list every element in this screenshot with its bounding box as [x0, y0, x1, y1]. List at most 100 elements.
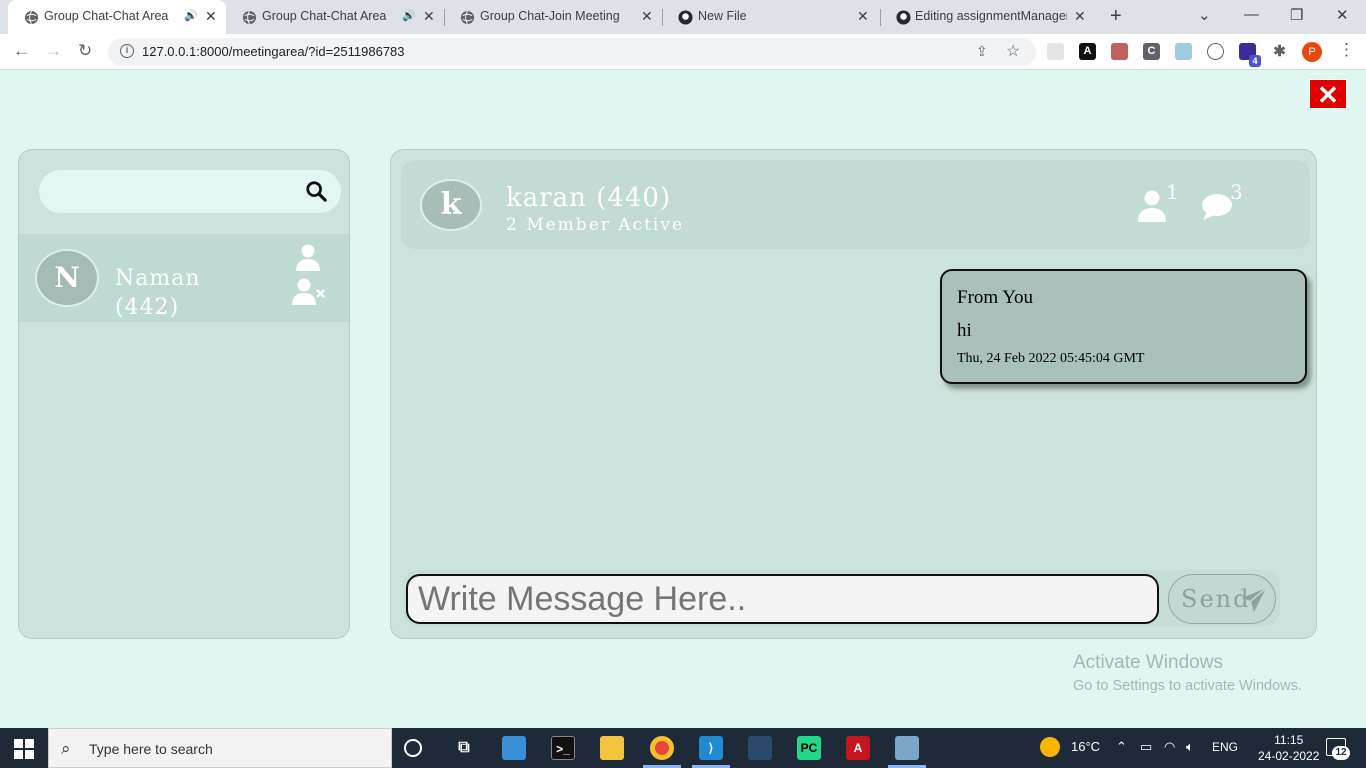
- search-icon: ⌕: [61, 739, 71, 758]
- send-button[interactable]: Send: [1168, 574, 1276, 624]
- browser-tab-strip: Group Chat-Chat Area 🔊 ✕ Group Chat-Chat…: [0, 0, 1366, 34]
- windows-start-icon[interactable]: [14, 739, 34, 759]
- taskbar-clock[interactable]: 11:15 24-02-2022: [1258, 732, 1319, 764]
- tab-search-icon[interactable]: ⌄: [1198, 6, 1211, 24]
- tab-title: Group Chat-Join Meeting: [480, 9, 620, 23]
- forward-button[interactable]: →: [45, 41, 62, 61]
- members-icon[interactable]: [1137, 190, 1167, 222]
- members-panel: N Naman (442): [18, 149, 350, 639]
- github-icon: [678, 10, 693, 25]
- globe-icon: [460, 10, 475, 25]
- notification-count: 12: [1332, 746, 1350, 760]
- mysql-workbench-icon[interactable]: [748, 736, 772, 760]
- message-bubble: From You hi Thu, 24 Feb 2022 05:45:04 GM…: [940, 269, 1307, 384]
- store-icon[interactable]: [502, 736, 526, 760]
- watermark-subtitle: Go to Settings to activate Windows.: [1073, 678, 1302, 694]
- globe-icon: [242, 10, 257, 25]
- avatar: k: [420, 179, 482, 231]
- message-composer: Send: [404, 570, 1280, 626]
- extension-icon[interactable]: C: [1143, 43, 1160, 60]
- chat-title: karan (440): [506, 183, 672, 213]
- members-count: 1: [1166, 180, 1179, 204]
- acrobat-icon[interactable]: A: [846, 736, 870, 760]
- clock-time: 11:15: [1274, 733, 1304, 747]
- pycharm-icon[interactable]: PC: [797, 736, 821, 760]
- member-search-input[interactable]: [55, 178, 295, 204]
- message-input[interactable]: [406, 574, 1159, 624]
- window-close-button[interactable]: ✕: [1336, 6, 1349, 24]
- terminal-icon[interactable]: >_: [551, 736, 575, 760]
- close-tab-icon[interactable]: ✕: [641, 8, 653, 25]
- message-sender: From You: [957, 287, 1034, 308]
- taskbar-search-placeholder: Type here to search: [89, 741, 213, 757]
- windows-taskbar: ⌕ Type here to search ⧉ >_ ⟩ PC A 16°C ⌃…: [0, 728, 1366, 768]
- task-view-icon[interactable]: ⧉: [452, 736, 476, 760]
- remove-user-icon[interactable]: [291, 278, 325, 306]
- member-search: [39, 170, 341, 213]
- close-tab-icon[interactable]: ✕: [1074, 8, 1086, 25]
- activate-windows-watermark: Activate Windows Go to Settings to activ…: [1073, 652, 1302, 694]
- battery-icon[interactable]: ▭: [1140, 739, 1152, 755]
- tab-title: Editing assignmentManagem: [915, 9, 1067, 23]
- paper-plane-icon: [1242, 587, 1267, 612]
- vscode-icon[interactable]: ⟩: [699, 736, 723, 760]
- extension-icon[interactable]: [1175, 43, 1192, 60]
- close-tab-icon[interactable]: ✕: [423, 8, 435, 25]
- url-text[interactable]: 127.0.0.1:8000/meetingarea/?id=251198678…: [142, 44, 405, 59]
- browser-tab-chat-area-2[interactable]: Group Chat-Chat Area 🔊 ✕: [226, 0, 444, 34]
- browser-tab-join-meeting[interactable]: Group Chat-Join Meeting ✕: [444, 0, 662, 34]
- address-bar[interactable]: i 127.0.0.1:8000/meetingarea/?id=2511986…: [108, 38, 1036, 66]
- browser-tab-editing[interactable]: Editing assignmentManagem ✕: [880, 0, 1098, 34]
- close-tab-icon[interactable]: ✕: [205, 8, 217, 25]
- chat-panel: k karan (440) 2 Member Active 1 3 From Y…: [390, 149, 1317, 639]
- weather-temp[interactable]: 16°C: [1071, 739, 1100, 754]
- browser-tab-chat-area-1[interactable]: Group Chat-Chat Area 🔊 ✕: [8, 0, 226, 34]
- avatar: N: [35, 249, 99, 307]
- minimize-button[interactable]: —: [1244, 6, 1259, 23]
- chat-bubble-icon[interactable]: [1201, 193, 1233, 221]
- extension-icon[interactable]: [1207, 43, 1224, 60]
- browser-tab-new-file[interactable]: New File ✕: [662, 0, 880, 34]
- taskbar-search[interactable]: ⌕ Type here to search: [48, 728, 392, 768]
- tab-title: Group Chat-Chat Area: [262, 9, 387, 23]
- extension-icon[interactable]: [1111, 43, 1128, 60]
- chrome-icon[interactable]: [650, 736, 674, 760]
- weather-icon[interactable]: [1040, 737, 1060, 757]
- new-tab-button[interactable]: +: [1110, 5, 1122, 28]
- search-icon[interactable]: [305, 180, 327, 202]
- angular-extension-icon[interactable]: A: [1079, 43, 1096, 60]
- site-info-icon[interactable]: i: [120, 44, 134, 58]
- back-button[interactable]: ←: [13, 41, 30, 61]
- cortana-icon[interactable]: [404, 739, 422, 757]
- language-indicator[interactable]: ENG: [1212, 740, 1238, 754]
- bookmark-star-icon[interactable]: ☆: [1006, 41, 1020, 61]
- share-icon[interactable]: ⇪: [976, 43, 988, 60]
- browser-toolbar: ← → ↻ i 127.0.0.1:8000/meetingarea/?id=2…: [0, 34, 1366, 70]
- active-members-text: 2 Member Active: [506, 215, 685, 235]
- user-icon[interactable]: [295, 244, 321, 272]
- clock-date: 24-02-2022: [1258, 749, 1320, 763]
- puzzle-icon[interactable]: ✱: [1271, 43, 1288, 60]
- speaker-icon[interactable]: 🔊: [402, 9, 416, 22]
- chat-header: k karan (440) 2 Member Active 1 3: [401, 160, 1310, 249]
- extension-badge: 4: [1249, 55, 1261, 67]
- member-name: Naman (442): [115, 266, 201, 320]
- messages-count: 3: [1230, 180, 1243, 204]
- watermark-title: Activate Windows: [1073, 652, 1223, 673]
- globe-icon: [24, 10, 39, 25]
- chevron-up-icon[interactable]: ⌃: [1116, 739, 1127, 755]
- close-meeting-button[interactable]: ✕: [1309, 79, 1347, 110]
- restore-button[interactable]: ❐: [1290, 6, 1303, 24]
- member-list-item[interactable]: N Naman (442): [19, 234, 349, 322]
- profile-avatar[interactable]: P: [1302, 42, 1322, 62]
- app-icon[interactable]: [895, 736, 919, 760]
- speaker-icon[interactable]: 🔊: [184, 9, 198, 22]
- extension-icon[interactable]: [1047, 43, 1064, 60]
- wifi-icon[interactable]: ◠: [1164, 739, 1175, 755]
- close-tab-icon[interactable]: ✕: [857, 8, 869, 25]
- volume-icon[interactable]: 🔈︎: [1186, 739, 1194, 755]
- reload-button[interactable]: ↻: [78, 41, 92, 61]
- browser-menu-icon[interactable]: ⋮: [1338, 40, 1355, 60]
- file-explorer-icon[interactable]: [600, 736, 624, 760]
- message-timestamp: Thu, 24 Feb 2022 05:45:04 GMT: [957, 351, 1145, 366]
